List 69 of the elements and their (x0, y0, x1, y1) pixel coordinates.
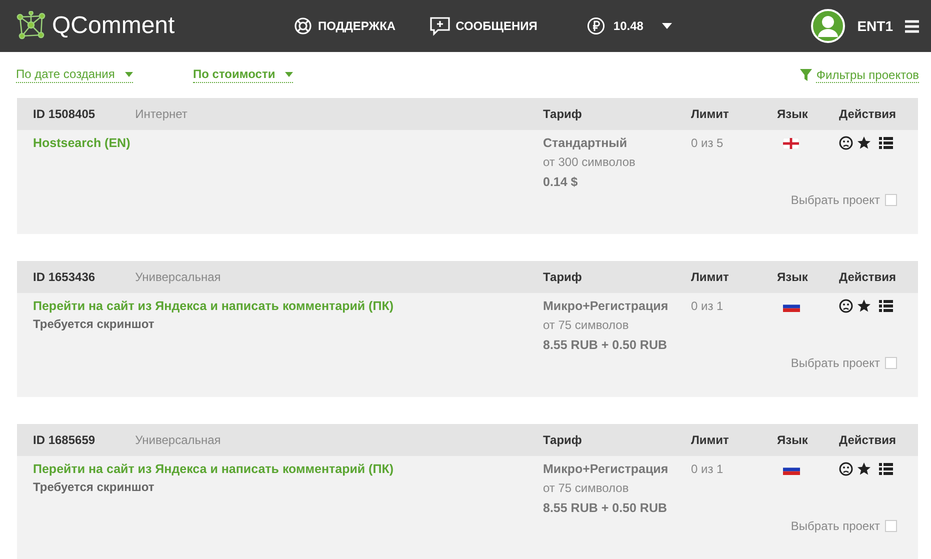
project-id: ID 1685659 (33, 433, 96, 447)
project-note: Требуется скриншот (33, 480, 156, 494)
avatar-icon[interactable] (811, 9, 846, 43)
lifebuoy-icon (294, 17, 312, 35)
project-category: Универсальная (135, 433, 221, 447)
filters-link[interactable]: Фильтры проектов (800, 68, 919, 82)
nav-link[interactable]: СООБЩЕНИЯ (430, 16, 538, 36)
limit-text: 0 из 5 (691, 136, 724, 150)
column-header: Тариф (543, 433, 583, 447)
balance-amount: 10.48 (613, 19, 644, 33)
column-header: Действия (839, 107, 898, 121)
list-icon[interactable] (879, 300, 893, 312)
select-project-label: Выбрать проект (790, 193, 880, 207)
project-category: Универсальная (135, 270, 221, 284)
min-length: от 300 символов (543, 155, 636, 169)
checkbox[interactable] (885, 194, 897, 206)
star-icon[interactable] (857, 462, 871, 476)
project-category: Интернет (135, 107, 188, 121)
column-header: Лимит (691, 107, 730, 121)
star-icon[interactable] (857, 136, 871, 150)
price: 8.55 RUB + 0.50 RUB (543, 338, 668, 352)
caret-icon[interactable] (661, 22, 674, 30)
column-header: Язык (777, 107, 809, 121)
column-header: Лимит (691, 270, 730, 284)
column-header: Тариф (543, 270, 583, 284)
tariff-name: Стандартный (543, 136, 628, 150)
project-id: ID 1508405 (33, 107, 96, 121)
sort-dropdown[interactable]: По дате создания (16, 67, 133, 83)
column-header: Действия (839, 270, 898, 284)
sad-face-icon[interactable] (839, 462, 853, 476)
sad-face-icon[interactable] (839, 136, 853, 150)
username: ENT1 (857, 18, 893, 34)
column-header: Язык (777, 433, 809, 447)
tariff-name: Микро+Регистрация (543, 462, 670, 476)
column-header: Лимит (691, 433, 730, 447)
nav-link[interactable]: ПОДДЕРЖКА (294, 17, 396, 35)
column-header: Тариф (543, 107, 583, 121)
tariff-name: Микро+Регистрация (543, 299, 670, 313)
star-icon[interactable] (857, 299, 871, 313)
limit-text: 0 из 1 (691, 299, 724, 313)
caret-icon (285, 72, 294, 76)
column-header: Действия (839, 433, 898, 447)
select-project-label: Выбрать проект (790, 519, 880, 533)
sad-face-icon[interactable] (839, 299, 853, 313)
message-plus-icon (430, 16, 450, 36)
list-icon[interactable] (879, 463, 893, 475)
project-title[interactable]: Перейти на сайт из Яндекса и написать комментарий (ПК) (33, 299, 543, 313)
funnel-icon (800, 69, 812, 81)
price: 0.14 $ (543, 175, 579, 189)
flag-icon (783, 138, 799, 149)
min-length: от 75 символов (543, 481, 630, 495)
sort-dropdown[interactable]: По стоимости (193, 67, 294, 83)
select-project-label: Выбрать проект (790, 356, 880, 370)
network-logo-icon (16, 11, 46, 41)
menu-icon[interactable] (905, 20, 919, 32)
project-title[interactable]: Перейти на сайт из Яндекса и написать комментарий (ПК) (33, 462, 543, 476)
ruble-coin-icon (587, 17, 606, 35)
checkbox[interactable] (885, 520, 897, 532)
checkbox[interactable] (885, 357, 897, 369)
column-header: Язык (777, 270, 809, 284)
project-id: ID 1653436 (33, 270, 96, 284)
limit-text: 0 из 1 (691, 462, 724, 476)
project-title[interactable]: Hostsearch (EN) (33, 136, 543, 150)
list-icon[interactable] (879, 137, 893, 149)
logo-text: QComment (52, 12, 175, 40)
price: 8.55 RUB + 0.50 RUB (543, 501, 668, 515)
caret-icon (124, 72, 133, 76)
min-length: от 75 символов (543, 318, 630, 332)
project-note: Требуется скриншот (33, 317, 156, 331)
